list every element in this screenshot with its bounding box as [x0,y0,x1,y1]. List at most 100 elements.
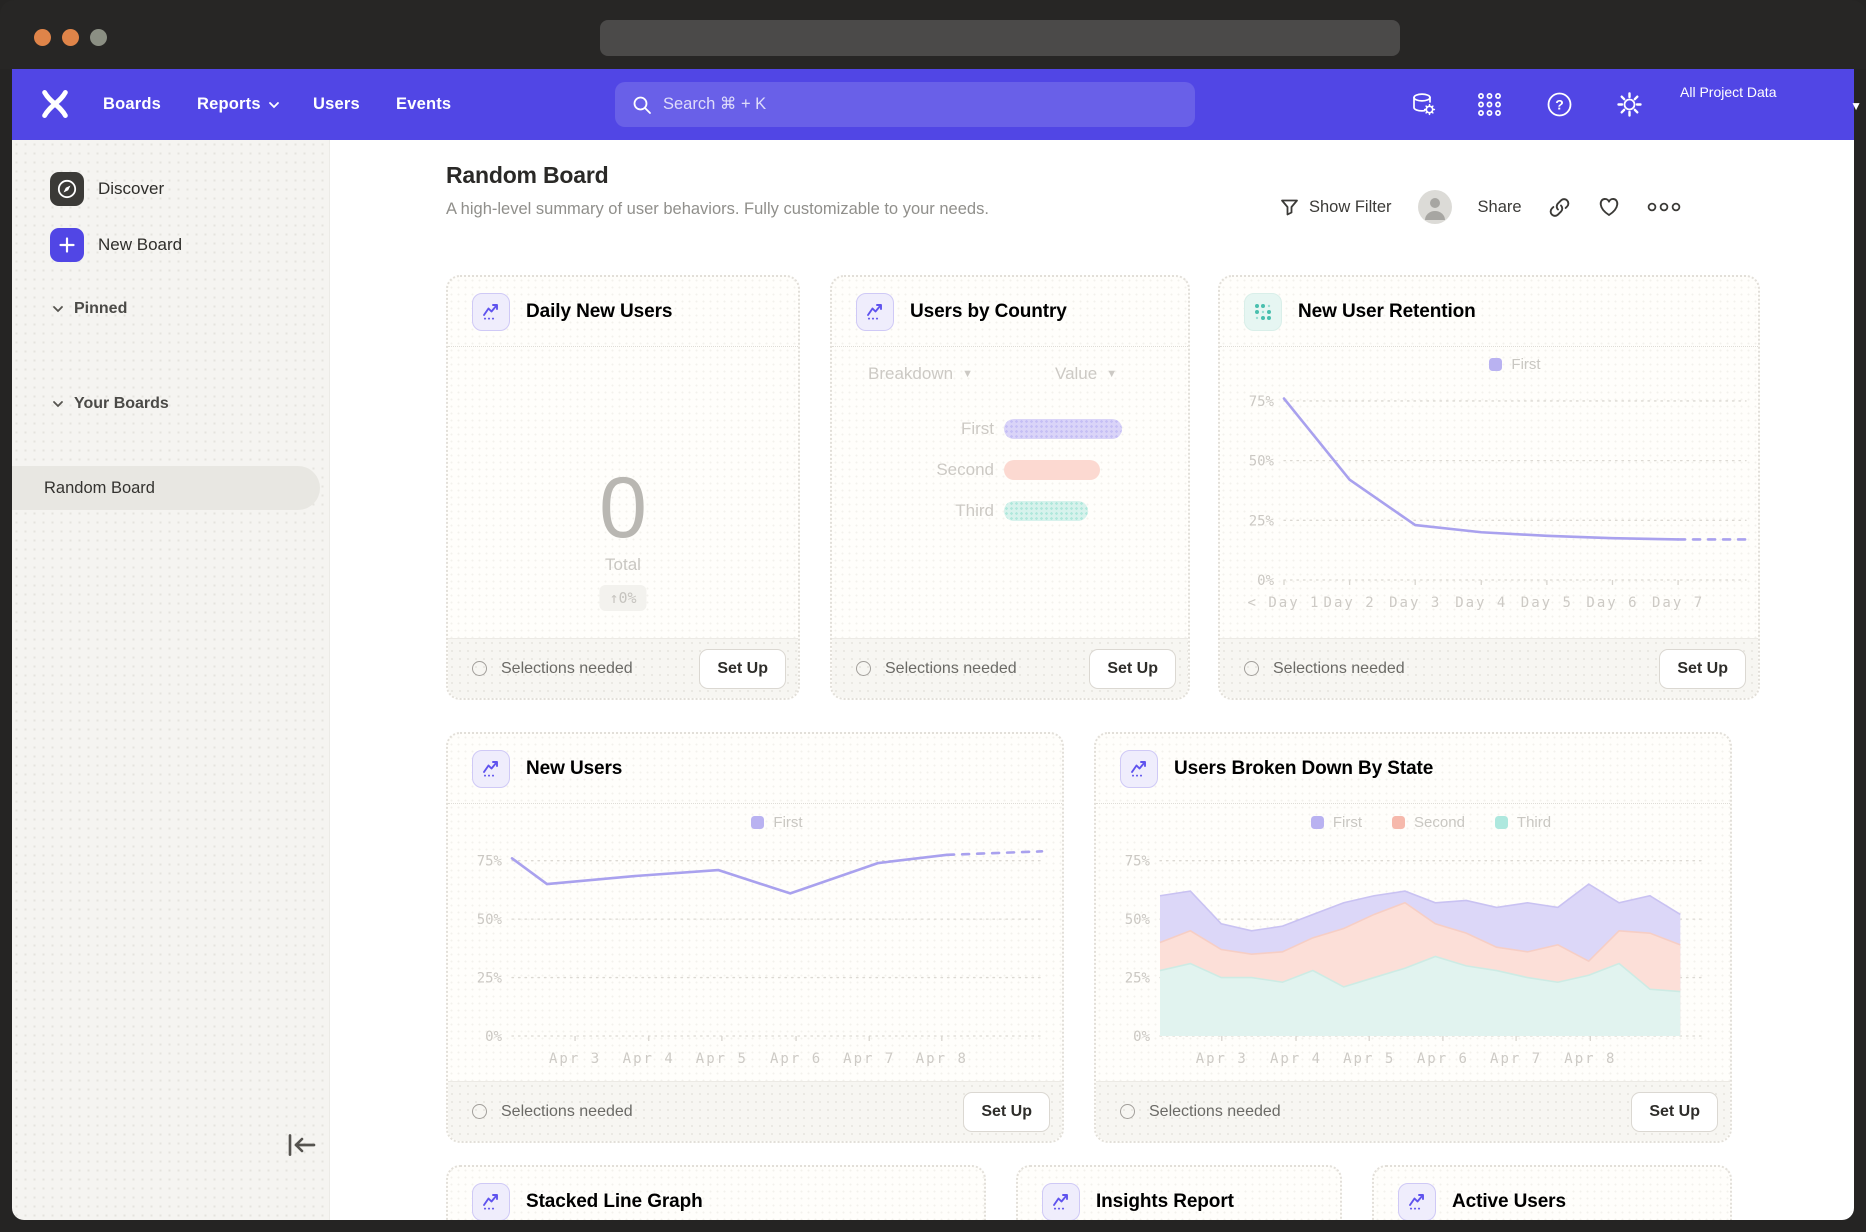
legend-swatch-icon [1311,816,1324,829]
bar-row: First [1004,418,1122,439]
card-new-users: New Users First 75%50%25%0%Apr 3Apr 4Apr… [446,732,1064,1143]
data-management-icon[interactable] [1410,91,1437,118]
card-stacked-line-graph: Stacked Line Graph [446,1165,986,1220]
card-users-by-state: Users Broken Down By State FirstSecondTh… [1094,732,1732,1143]
window-zoom-icon[interactable] [90,29,107,46]
favorite-heart-icon[interactable] [1597,196,1621,218]
svg-text:50%: 50% [1125,912,1151,928]
card-users-by-country: Users by Country Breakdown ▼ Value ▼ Fir… [830,275,1190,700]
svg-text:Apr 4: Apr 4 [1270,1051,1322,1067]
chart-legend: First [1284,356,1746,373]
window-titlebar [0,0,1866,69]
chevron-down-icon [52,305,64,313]
metric-label: Total [448,555,798,575]
setup-button[interactable]: Set Up [1089,649,1176,689]
copy-link-icon[interactable] [1548,196,1571,219]
bar-label: Second [894,460,994,480]
svg-text:75%: 75% [1125,854,1151,870]
chart-legend: First [512,814,1042,831]
setup-button[interactable]: Set Up [1631,1092,1718,1132]
search-bar[interactable] [615,82,1195,127]
top-navbar: Boards Reports Users Events ? [12,69,1854,140]
svg-text:Apr 8: Apr 8 [916,1051,968,1067]
legend-label: First [1511,356,1540,373]
browser-address-bar[interactable] [600,20,1400,56]
card-daily-new-users: Daily New Users 0 Total ↑0% Selections n… [446,275,800,700]
nav-events[interactable]: Events [396,69,451,140]
nav-reports[interactable]: Reports [197,69,280,140]
page-title: Random Board [446,162,608,189]
card-title: Stacked Line Graph [526,1191,703,1213]
sidebar: Discover New Board Pinned Random Board Y… [12,140,330,1220]
apps-grid-icon[interactable] [1476,91,1503,118]
breakdown-dropdown[interactable]: Breakdown ▼ [868,364,973,384]
legend-swatch-icon [1489,358,1502,371]
sidebar-item-random-board[interactable]: Random Board [12,466,320,510]
placeholder-bar [1004,419,1122,439]
line-chart-icon [1120,750,1158,788]
svg-text:Apr 5: Apr 5 [696,1051,748,1067]
caret-down-icon: ▼ [962,368,973,380]
line-chart-icon [472,293,510,331]
bar-label: Third [894,501,994,521]
search-input[interactable] [663,95,1143,114]
status-radio-icon [1120,1104,1135,1119]
svg-text:50%: 50% [477,912,503,928]
card-footer: Selections needed Set Up [448,1081,1062,1141]
share-button[interactable]: Share [1478,198,1522,217]
board-actions: Show Filter Share [1280,188,1681,226]
avatar[interactable] [1418,190,1452,224]
sidebar-item-discover[interactable]: Discover [50,172,164,206]
svg-text:< Day 1: < Day 1 [1247,595,1320,611]
window-close-icon[interactable] [34,29,51,46]
caret-down-icon: ▼ [1106,368,1117,380]
legend-label: Second [1414,814,1465,831]
card-title: New User Retention [1298,301,1476,323]
new-users-line-chart: 75%50%25%0%Apr 3Apr 4Apr 5Apr 6Apr 7Apr … [448,837,1064,1085]
more-options-icon[interactable] [1647,201,1681,213]
window-controls [34,29,107,46]
legend-label: Third [1517,814,1551,831]
svg-text:25%: 25% [1125,971,1151,987]
card-header: Daily New Users [448,277,798,347]
svg-text:Apr 3: Apr 3 [1196,1051,1248,1067]
legend-swatch-icon [751,816,764,829]
line-chart-icon [856,293,894,331]
sidebar-section-pinned[interactable]: Pinned [52,300,127,318]
sidebar-section-your-boards[interactable]: Your Boards [52,395,169,413]
svg-text:75%: 75% [477,854,503,870]
card-footer: Selections needed Set Up [448,638,798,698]
nav-boards[interactable]: Boards [103,69,161,140]
mixpanel-logo-icon[interactable] [40,89,70,119]
nav-users[interactable]: Users [313,69,360,140]
svg-text:Day 4: Day 4 [1455,595,1507,611]
svg-text:Day 2: Day 2 [1324,595,1376,611]
card-header: Insights Report [1018,1167,1340,1220]
status-radio-icon [472,1104,487,1119]
sidebar-item-new-board[interactable]: New Board [50,228,182,262]
collapse-sidebar-icon[interactable] [284,1130,320,1160]
svg-text:50%: 50% [1249,454,1275,470]
setup-button[interactable]: Set Up [1659,649,1746,689]
svg-text:Apr 7: Apr 7 [1490,1051,1542,1067]
setup-button[interactable]: Set Up [699,649,786,689]
card-header: Users Broken Down By State [1096,734,1730,804]
svg-text:Apr 5: Apr 5 [1343,1051,1395,1067]
bar-label: First [894,419,994,439]
value-dropdown[interactable]: Value ▼ [1055,364,1117,384]
svg-text:Day 3: Day 3 [1389,595,1441,611]
card-header: Stacked Line Graph [448,1167,984,1220]
legend-item: First [751,814,802,831]
help-icon[interactable]: ? [1546,91,1573,118]
settings-gear-icon[interactable] [1616,91,1643,118]
metric-value: 0 [448,459,798,558]
card-title: Users Broken Down By State [1174,758,1433,780]
window-minimize-icon[interactable] [62,29,79,46]
org-switcher[interactable]: All Project Data ▼ [1680,81,1840,129]
placeholder-bar [1004,460,1100,480]
card-footer: Selections needed Set Up [1096,1081,1730,1141]
line-chart-icon [1042,1183,1080,1221]
placeholder-bar [1004,501,1088,521]
setup-button[interactable]: Set Up [963,1092,1050,1132]
show-filter-button[interactable]: Show Filter [1280,198,1392,217]
